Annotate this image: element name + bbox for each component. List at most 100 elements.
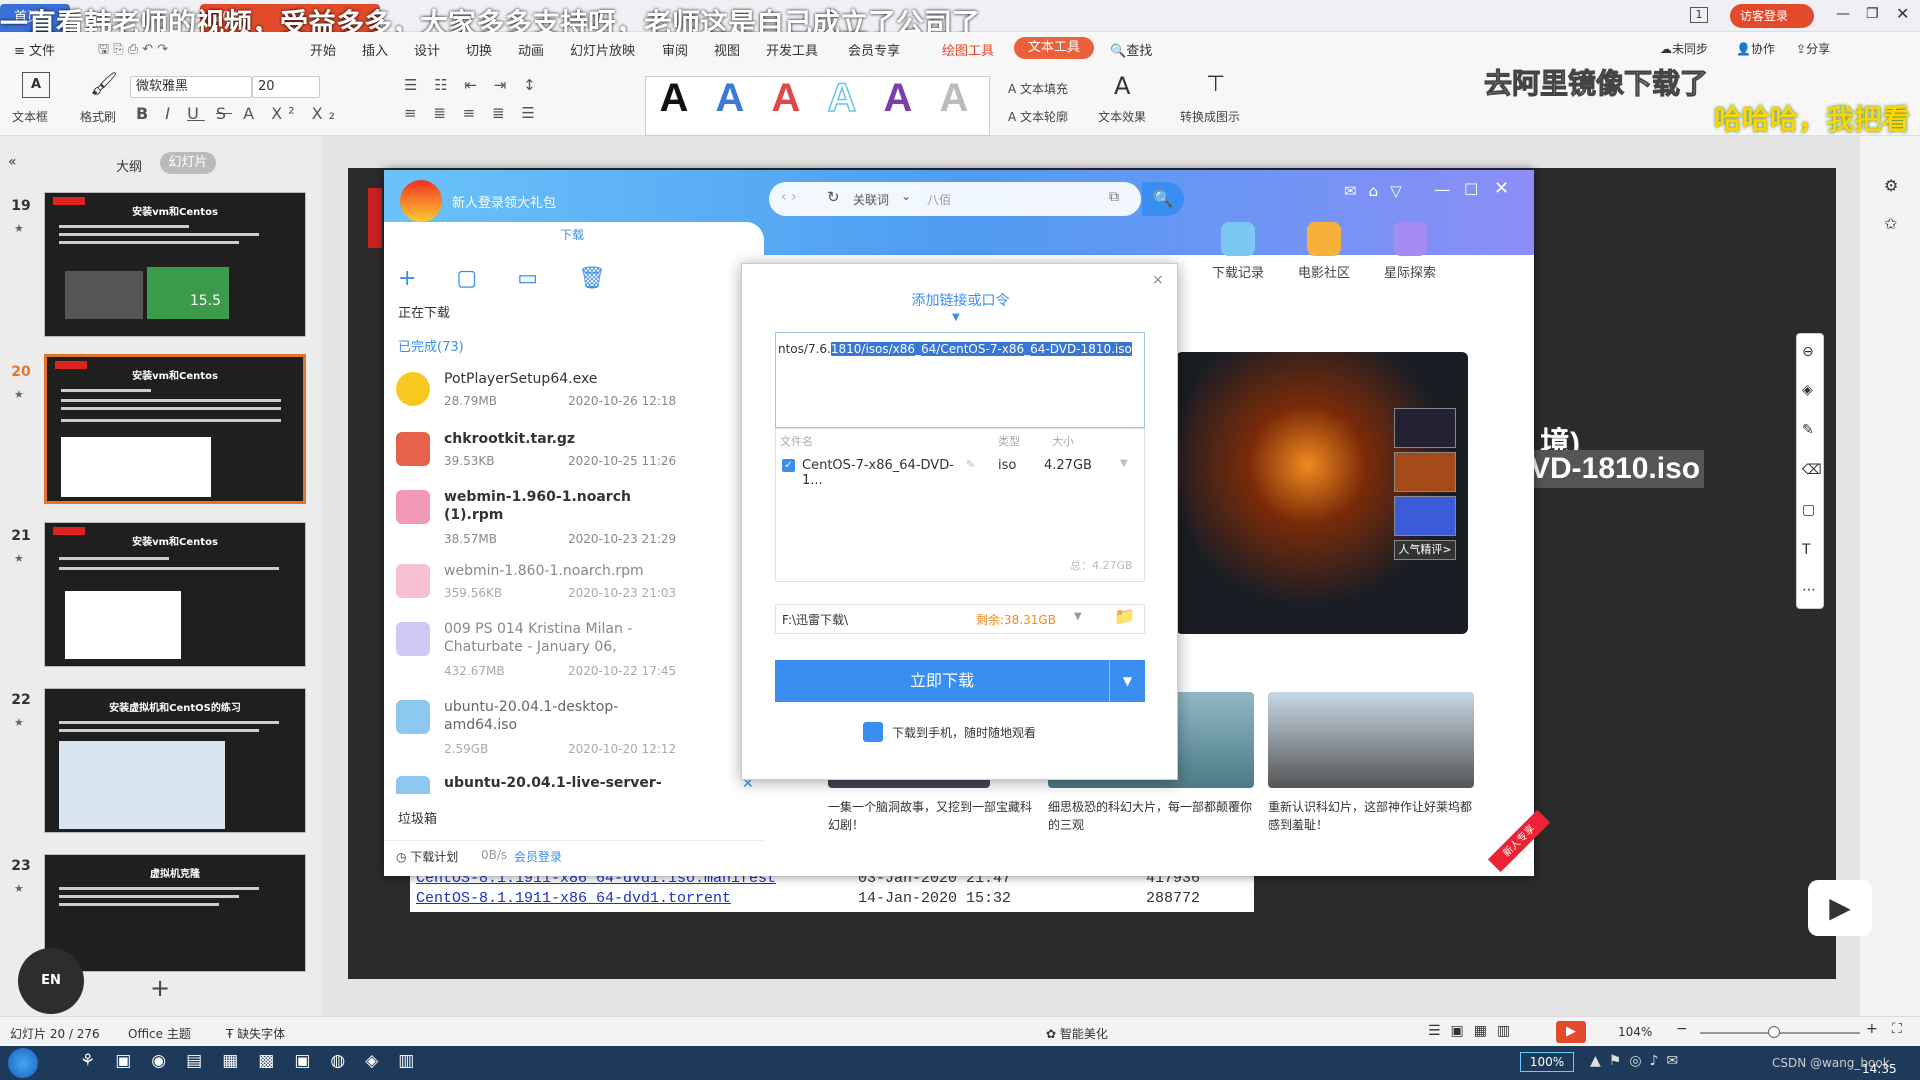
window-controls[interactable]: ✉⌂▽ <box>1344 182 1414 200</box>
movie-community-button[interactable]: 电影社区 <box>1284 222 1364 281</box>
eraser-icon[interactable]: ⌫ <box>1802 462 1822 478</box>
slide-thumbnail-selected[interactable]: 安装vm和Centos <box>44 354 306 504</box>
frame-icon[interactable]: ▢ <box>1802 502 1815 518</box>
text-icon[interactable]: T <box>1802 542 1811 558</box>
font-style-buttons[interactable]: B I U S A X² X₂ <box>136 104 341 123</box>
convert-diagram-icon[interactable]: ⊤ <box>1206 72 1225 97</box>
refresh-icon[interactable]: ↻ <box>827 188 840 206</box>
menu-member[interactable]: 会员专享 <box>848 40 900 59</box>
window-count-badge[interactable]: 1 <box>1690 7 1708 23</box>
battery-indicator[interactable]: 100% <box>1520 1052 1574 1072</box>
menu-file[interactable]: ≡ 文件 <box>14 40 55 59</box>
download-item[interactable]: PotPlayerSetup64.exe 28.79MB 2020-10-26 … <box>396 370 741 430</box>
play-slideshow-button[interactable]: ▶ <box>1556 1021 1586 1043</box>
banner-thumb[interactable] <box>1394 452 1456 492</box>
download-now-button[interactable]: 立即下载 <box>775 660 1109 702</box>
format-painter-button[interactable]: 格式刷 <box>80 108 116 125</box>
outline-tab[interactable]: 大纲 <box>116 156 142 175</box>
movie-card-caption[interactable]: 一集一个脑洞故事，又挖到一部宝藏科幻剧！ <box>828 798 1038 834</box>
fit-window-icon[interactable]: ⛶ <box>1892 1021 1902 1037</box>
pin-icon[interactable]: ✩ <box>1884 214 1897 233</box>
menu-search[interactable]: 🔍查找 <box>1110 40 1152 59</box>
textbox-icon[interactable]: A <box>22 72 50 98</box>
phone-qr-icon[interactable] <box>863 722 883 742</box>
download-item[interactable]: ubuntu-20.04.1-live-server-amd64.iso <box>396 774 741 794</box>
menu-view[interactable]: 视图 <box>714 40 740 59</box>
search-box[interactable]: ‹ › ↻ 关联词 ⌄ 八佰 ⧉ <box>769 182 1141 216</box>
banner-thumb[interactable] <box>1394 408 1456 448</box>
close-icon[interactable]: ✕ <box>1494 178 1509 199</box>
download-item[interactable]: chkrootkit.tar.gz 39.53KB 2020-10-25 11:… <box>396 430 741 490</box>
slide-thumbnail[interactable]: 虚拟机克隆 <box>44 854 306 972</box>
tab-download[interactable]: 下载 <box>560 226 584 243</box>
tray-icons[interactable]: ▲⚑◎♪✉ <box>1590 1053 1686 1069</box>
back-forward-icon[interactable]: ‹ › <box>781 189 797 205</box>
download-item[interactable]: webmin-1.960-1.noarch (1).rpm 38.57MB 20… <box>396 488 741 554</box>
menu-drawing-tools[interactable]: 绘图工具 <box>942 40 994 59</box>
menu-transition[interactable]: 切换 <box>466 40 492 59</box>
text-style-red[interactable]: A <box>764 76 808 120</box>
text-style-gray[interactable]: A <box>932 76 976 120</box>
member-login-link[interactable]: 会员登录 <box>514 848 562 865</box>
slide-thumbnail[interactable]: 安装虚拟机和CentOS的练习 <box>44 688 306 833</box>
text-effect-button[interactable]: 文本效果 <box>1098 108 1146 125</box>
featured-movie-banner[interactable]: 人气精评> <box>1176 352 1468 634</box>
slides-tab[interactable]: 幻灯片 <box>160 152 216 174</box>
zoom-in-icon[interactable]: + <box>1866 1021 1878 1037</box>
folder-icon[interactable]: 📁 <box>1114 607 1135 627</box>
hot-review-button[interactable]: 人气精评> <box>1394 540 1456 560</box>
list-buttons[interactable]: ☰ ☷ ⇤ ⇥ ↕ <box>404 76 542 94</box>
menu-animation[interactable]: 动画 <box>518 40 544 59</box>
close-window-icon[interactable]: ✕ <box>1896 4 1909 23</box>
menu-text-tools[interactable]: 文本工具 <box>1014 37 1094 59</box>
download-options-dropdown[interactable]: ▼ <box>1109 660 1145 702</box>
zoom-out-icon[interactable]: − <box>1676 1021 1688 1037</box>
smart-beautify-button[interactable]: ✿ 智能美化 <box>1046 1025 1108 1042</box>
menu-slideshow[interactable]: 幻灯片放映 <box>570 40 635 59</box>
movie-card-caption[interactable]: 细思极恐的科幻大片，每一部都颠覆你的三观 <box>1048 798 1258 834</box>
slide-link[interactable]: CentOS-8.1.1911-x86_64-dvd1.torrent <box>416 890 731 907</box>
text-effect-icon[interactable]: A <box>1114 72 1130 100</box>
restore-icon[interactable]: ❐ <box>1866 6 1879 22</box>
download-item[interactable]: webmin-1.860-1.noarch.rpm 359.56KB 2020-… <box>396 562 741 622</box>
font-name-select[interactable]: 微软雅黑 <box>130 76 252 98</box>
zoom-level[interactable]: 104% <box>1618 1025 1652 1039</box>
banner-thumb[interactable] <box>1394 496 1456 536</box>
chevron-down-icon[interactable]: ▼ <box>1120 458 1128 469</box>
menu-devtools[interactable]: 开发工具 <box>766 40 818 59</box>
chevron-down-icon[interactable]: ▼ <box>1074 611 1082 622</box>
trash-section[interactable]: 垃圾箱 <box>398 808 437 827</box>
text-style-black[interactable]: A <box>652 76 696 120</box>
screenshot-icon[interactable]: ⧉ <box>1109 189 1119 205</box>
file-checkbox[interactable]: ✓ <box>782 459 795 472</box>
view-mode-icons[interactable]: ☰▣▦▥ <box>1428 1023 1520 1039</box>
guest-login-button[interactable]: 访客登录 <box>1730 4 1814 28</box>
slide-thumbnail[interactable]: 安装vm和Centos 15.5 <box>44 192 306 337</box>
avatar[interactable] <box>400 180 442 222</box>
missing-font-button[interactable]: Ŧ 缺失字体 <box>226 1025 285 1042</box>
start-button[interactable] <box>8 1048 38 1078</box>
menu-design[interactable]: 设计 <box>414 40 440 59</box>
menu-start[interactable]: 开始 <box>310 40 336 59</box>
layers-icon[interactable]: ◈ <box>1802 382 1813 398</box>
pen-icon[interactable]: ✎ <box>1802 422 1814 438</box>
save-path-field[interactable]: F:\迅雷下载\ 剩余:38.31GB ▼ 📁 <box>775 604 1145 634</box>
share-button[interactable]: ⇪分享 <box>1796 40 1830 57</box>
search-button[interactable]: 🔍 <box>1142 182 1184 216</box>
play-video-icon[interactable]: ▶ <box>1808 880 1872 936</box>
download-history-button[interactable]: 下载记录 <box>1198 222 1278 281</box>
unsync-button[interactable]: ☁未同步 <box>1660 40 1708 57</box>
edit-icon[interactable]: ✎ <box>966 458 975 471</box>
minimize-icon[interactable]: — <box>1434 180 1450 199</box>
convert-diagram-button[interactable]: 转换成图示 <box>1180 108 1240 125</box>
list-action-icons[interactable]: +▢▭🗑 <box>398 266 646 291</box>
pinned-apps[interactable]: ⚘▣◉▤▦▩▣◍◈▥ <box>80 1051 434 1071</box>
promo-text[interactable]: 新人登录领大礼包 <box>452 192 556 211</box>
text-outline-button[interactable]: A 文本轮廓 <box>1008 108 1068 125</box>
movie-card-caption[interactable]: 重新认识科幻片，这部神作让好莱坞都感到羞耻！ <box>1268 798 1478 834</box>
search-placeholder[interactable]: 八佰 <box>927 191 951 208</box>
text-style-outline[interactable]: A <box>820 75 864 121</box>
explore-button[interactable]: 星际探索 <box>1370 222 1450 281</box>
movie-card-image[interactable] <box>1268 692 1474 788</box>
download-item[interactable]: 009 PS 014 Kristina Milan - Chaturbate -… <box>396 620 741 686</box>
